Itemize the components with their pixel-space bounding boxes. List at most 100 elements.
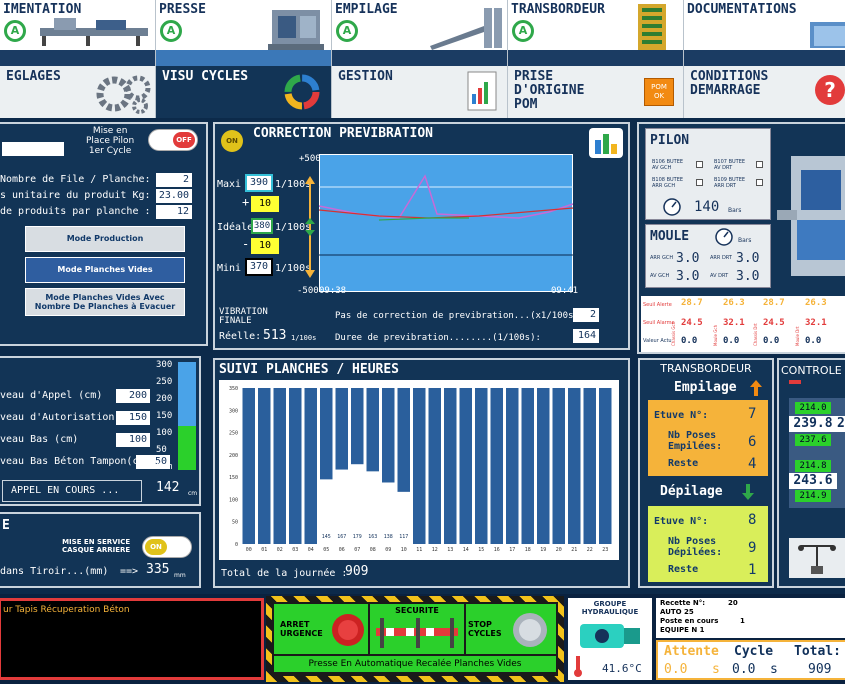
stop-cycles-box[interactable]: STOP CYCLES xyxy=(466,604,556,654)
pom-ok-badge: POM OK xyxy=(644,78,674,106)
seuil-row-label: Seuil Alarme xyxy=(643,320,675,326)
hour-slot xyxy=(506,388,519,544)
x-tick-label: 21 xyxy=(571,547,577,553)
butee-indicator xyxy=(696,179,703,186)
x-tick-label: 06 xyxy=(339,547,345,553)
hour-slot xyxy=(258,388,271,544)
recette-label: Recette N°: xyxy=(660,599,706,607)
x-tick-label: 22 xyxy=(587,547,593,553)
chart-bars-icon[interactable] xyxy=(587,126,625,160)
nombre-file-field[interactable]: 2 xyxy=(156,173,192,187)
tab-presse[interactable]: PRESSE A xyxy=(156,0,332,66)
niveau-appel-field[interactable]: 200 xyxy=(116,389,150,403)
bar-value-label: 179 xyxy=(353,534,362,540)
time-end-label: 09:41 xyxy=(551,286,579,296)
niveau-autorisation-field[interactable]: 150 xyxy=(116,411,150,425)
x-tick-label: 10 xyxy=(401,547,407,553)
barrier-icon xyxy=(376,618,458,648)
hour-slot xyxy=(599,388,612,544)
tab-documentations[interactable]: DOCUMENTATIONS xyxy=(684,0,845,66)
nav-gestion[interactable]: GESTION xyxy=(332,66,508,118)
nav-prise-origine[interactable]: PRISE D'ORIGINE POM POM OK xyxy=(508,66,684,118)
maxi-label: Maxi xyxy=(217,179,242,190)
seuil-col-head: Moule Drt xyxy=(795,326,800,346)
depilage-title: Dépilage xyxy=(660,484,723,499)
hour-slot xyxy=(289,388,302,544)
correction-on-indicator[interactable]: ON xyxy=(221,130,243,152)
controle-big-value: 24 xyxy=(837,416,845,432)
appel-en-cours-button[interactable]: APPEL EN COURS ... xyxy=(2,480,142,502)
niveau-bas-field[interactable]: 100 xyxy=(116,433,150,447)
butee-indicator xyxy=(756,161,763,168)
step-up-field[interactable]: 10 xyxy=(251,196,279,212)
nav-visu-cycles[interactable]: VISU CYCLES xyxy=(156,66,332,118)
pilon-pressure-unit: Bars xyxy=(728,207,742,214)
x-tick-label: 09 xyxy=(385,547,391,553)
y-tick-label: 150 xyxy=(229,475,238,481)
tiroir-title: E xyxy=(2,518,10,533)
arret-urgence-box[interactable]: ARRET URGENCE xyxy=(274,604,368,654)
groupe-hydraulique-panel[interactable]: GROUPE HYDRAULIQUE 41.6°C xyxy=(568,598,652,680)
controle-title: CONTROLE xyxy=(781,364,842,377)
nav-reglages[interactable]: EGLAGES xyxy=(0,66,156,118)
pas-field[interactable]: 2 xyxy=(573,308,599,322)
mini-field[interactable]: 370 xyxy=(245,258,273,276)
reelle-label: Réelle: xyxy=(219,331,262,342)
produits-planche-field[interactable]: 12 xyxy=(156,205,192,219)
params-panel: Mise en Place Pilon 1er Cycle OFF Nombre… xyxy=(0,122,208,346)
ideale-field[interactable]: 380 xyxy=(251,218,273,234)
recette-value: 20 xyxy=(728,599,738,607)
tab-empilage[interactable]: EMPILAGE A xyxy=(332,0,508,66)
controle-big-value: 239.8 xyxy=(789,416,837,432)
bar-value-label: 138 xyxy=(384,534,393,540)
transbordeur-title: TRANSBORDEUR xyxy=(660,362,752,375)
step-down-field[interactable]: 10 xyxy=(251,238,279,254)
hour-slot xyxy=(242,388,255,544)
param-label: de produits par planche : xyxy=(0,206,151,217)
tab-transbordeur[interactable]: TRANSBORDEUR A xyxy=(508,0,684,66)
tab-alimentation[interactable]: IMENTATION A xyxy=(0,0,156,66)
mode-production-button[interactable]: Mode Production xyxy=(25,226,185,252)
time-start-label: 09:38 xyxy=(319,286,347,296)
av-gch-label: AV GCH xyxy=(650,273,670,279)
y-tick-label: 100 xyxy=(229,497,238,503)
attente-unit: s xyxy=(712,662,720,677)
pilon-box: PILON B106 BUTEE AV GCH B107 BUTEE AV DR… xyxy=(645,128,771,220)
poids-unitaire-field[interactable]: 23.00 xyxy=(156,189,192,203)
scale-tick: 200 xyxy=(156,394,173,404)
gear-icon xyxy=(96,75,151,114)
casque-toggle[interactable]: ON xyxy=(142,536,192,558)
duree-field[interactable]: 164 xyxy=(573,329,599,343)
controle-panel: CONTROLE 214.0 239.8 24 237.6 214.8 243.… xyxy=(777,358,845,588)
nav-label: PRISE D'ORIGINE POM xyxy=(514,69,585,112)
seuil-row-label: Valeur Actu xyxy=(643,338,672,344)
etuve-label: Etuve N°: xyxy=(654,410,709,421)
seuil-cell: 26.3 xyxy=(805,298,827,308)
mode-planches-vides-button[interactable]: Mode Planches Vides xyxy=(25,257,185,283)
mise-en-place-label: Mise en Place Pilon 1er Cycle xyxy=(86,126,135,156)
x-tick-label: 17 xyxy=(509,547,515,553)
hour-slot xyxy=(475,388,488,544)
hour-slot xyxy=(490,388,503,544)
pilon-moule-panel: PILON B106 BUTEE AV GCH B107 BUTEE AV DR… xyxy=(637,122,845,354)
hour-slot xyxy=(583,388,596,544)
nav-conditions-demarrage[interactable]: CONDITIONS DEMARRAGE ? xyxy=(684,66,845,118)
minus-label: - xyxy=(242,237,250,251)
tab-strip xyxy=(332,50,507,66)
scale-tick: 50 xyxy=(156,445,167,455)
robot-arm-icon[interactable] xyxy=(787,536,845,580)
recipe-name-field[interactable] xyxy=(2,142,64,156)
tab-strip xyxy=(684,50,845,66)
x-tick-label: 15 xyxy=(478,547,484,553)
scale-tick: 250 xyxy=(156,377,173,387)
reste-label: Reste xyxy=(668,458,699,469)
mise-en-place-toggle[interactable]: OFF xyxy=(148,129,198,151)
casque-label: MISE EN SERVICE CASQUE ARRIERE xyxy=(62,538,131,554)
x-tick-label: 11 xyxy=(416,547,422,553)
securite-label: SECURITE xyxy=(395,606,439,615)
arr-gch-value: 3.0 xyxy=(676,251,700,266)
hour-slot xyxy=(444,388,457,544)
gauge-icon xyxy=(715,228,733,246)
mode-planches-evacuer-button[interactable]: Mode Planches Vides Avec Nombre De Planc… xyxy=(25,288,185,316)
maxi-field[interactable]: 390 xyxy=(245,174,273,192)
